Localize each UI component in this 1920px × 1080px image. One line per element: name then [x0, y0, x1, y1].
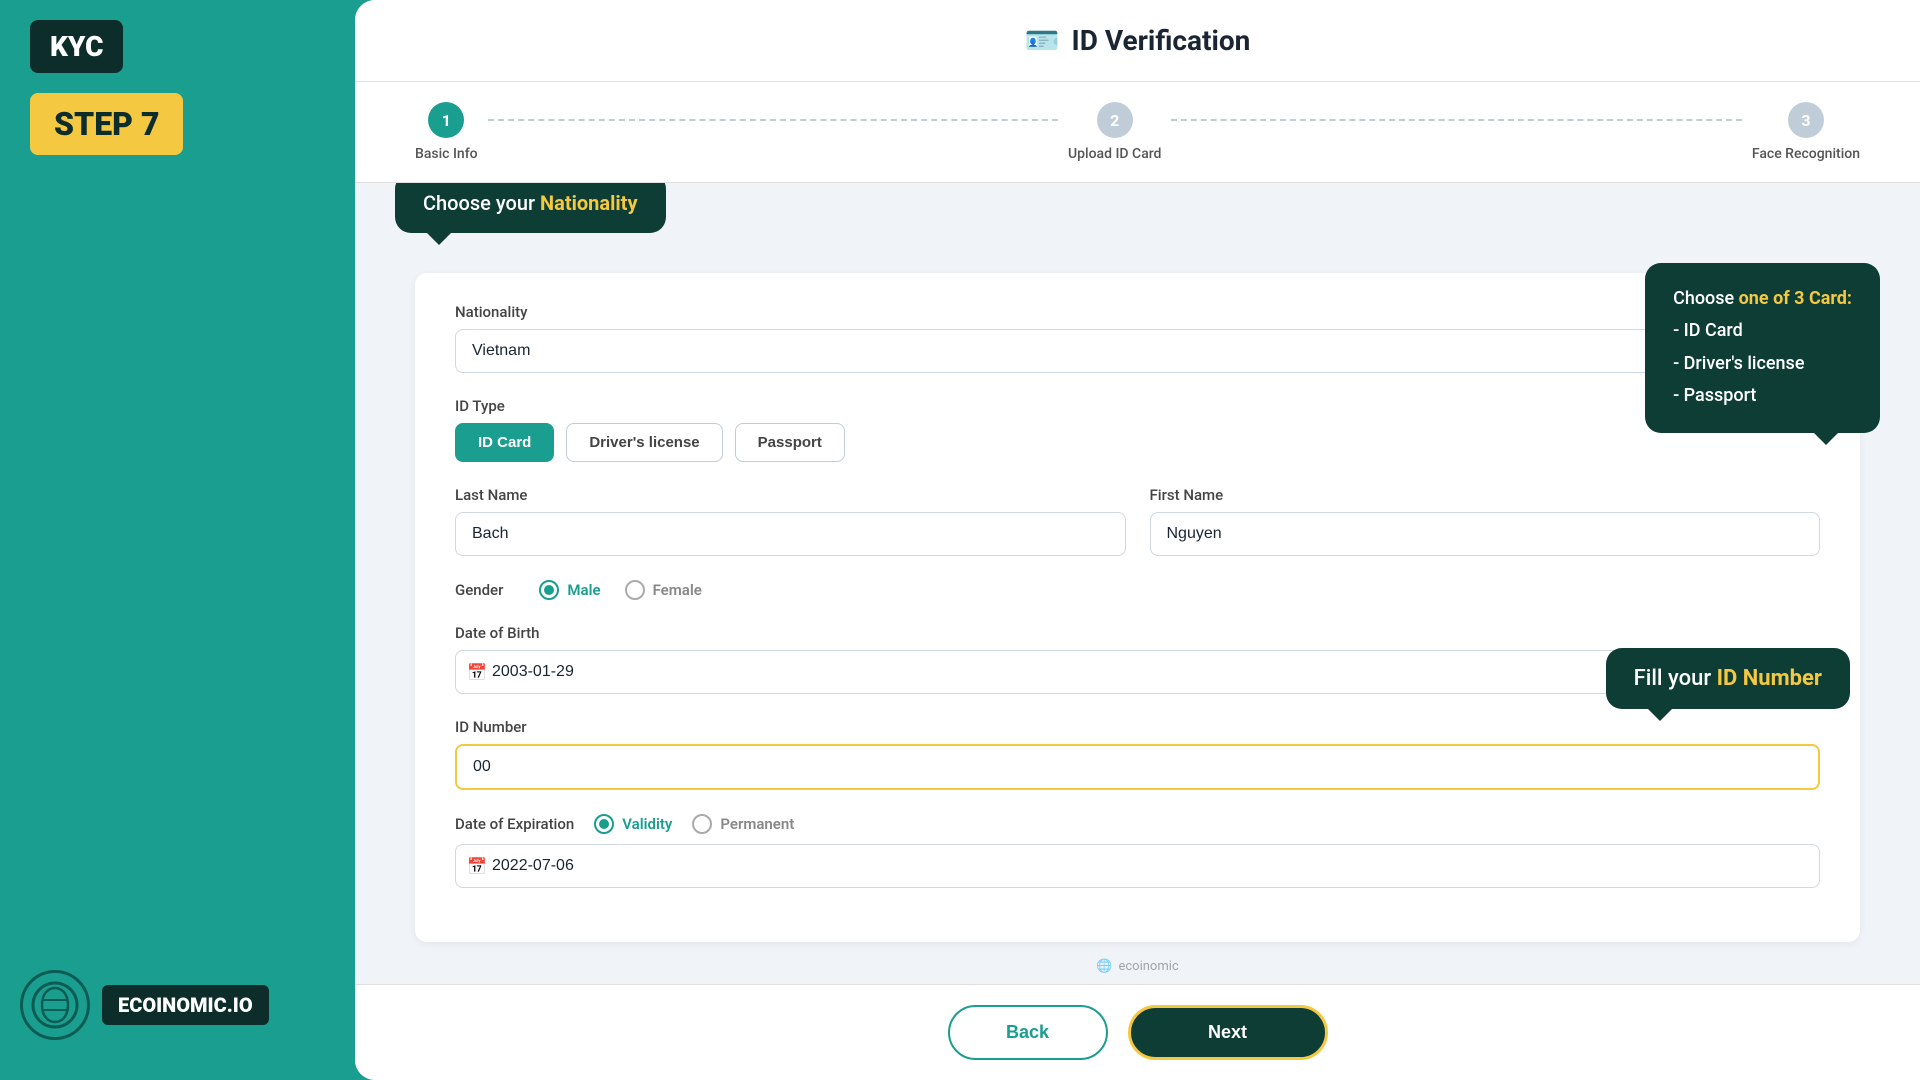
- last-name-input[interactable]: [455, 512, 1126, 556]
- id-type-label: ID Type: [455, 397, 1820, 415]
- validity-option[interactable]: Validity: [594, 814, 672, 834]
- connector-2: [1171, 119, 1741, 121]
- step-3: 3 Face Recognition: [1752, 102, 1860, 162]
- watermark-text: ecoinomic: [1118, 959, 1178, 974]
- dob-label: Date of Birth: [455, 624, 1820, 642]
- id-number-input[interactable]: [455, 744, 1820, 790]
- card-option-3: - Passport: [1673, 385, 1756, 406]
- sidebar: KYC STEP 7 ECOINOMIC.IO: [0, 0, 355, 1080]
- female-label: Female: [653, 581, 702, 599]
- ecoinomic-logo: ECOINOMIC.IO: [20, 970, 269, 1040]
- id-number-tooltip: Fill your ID Number: [1606, 648, 1850, 709]
- page-header: 🪪 ID Verification: [355, 0, 1920, 82]
- card-option-1: - ID Card: [1673, 320, 1743, 341]
- validity-radio-circle[interactable]: [594, 814, 614, 834]
- gender-group: Gender Male Female: [455, 580, 1820, 600]
- female-radio-circle[interactable]: [625, 580, 645, 600]
- drivers-license-button[interactable]: Driver's license: [566, 423, 722, 462]
- watermark-icon: 🌐: [1096, 959, 1112, 974]
- dob-calendar-icon: 📅: [467, 663, 487, 682]
- expiry-input-wrap: 📅: [455, 844, 1820, 888]
- logo-text: ECOINOMIC.IO: [102, 985, 269, 1025]
- expiry-calendar-icon: 📅: [467, 857, 487, 876]
- step-3-label: Face Recognition: [1752, 146, 1860, 162]
- nationality-label: Nationality: [455, 303, 1820, 321]
- male-radio-circle[interactable]: [539, 580, 559, 600]
- form-section: Nationality ID Type ID Card Driver's lic…: [415, 273, 1860, 942]
- next-button[interactable]: Next: [1128, 1005, 1328, 1060]
- step-1-circle: 1: [428, 102, 464, 138]
- id-type-buttons: ID Card Driver's license Passport: [455, 423, 1820, 462]
- progress-bar: 1 Basic Info 2 Upload ID Card 3 Face Rec…: [355, 82, 1920, 183]
- id-card-header-icon: 🪪: [1025, 24, 1060, 57]
- nationality-input[interactable]: [455, 329, 1820, 373]
- first-name-group: First Name: [1150, 486, 1821, 556]
- id-number-group: ID Number Fill your ID Number: [455, 718, 1820, 790]
- step-3-circle: 3: [1788, 102, 1824, 138]
- bottom-bar: Back Next: [355, 984, 1920, 1080]
- validity-label: Validity: [622, 815, 672, 833]
- first-name-input[interactable]: [1150, 512, 1821, 556]
- card-type-tooltip: Choose one of 3 Card: - ID Card - Driver…: [1645, 263, 1880, 433]
- step-1-label: Basic Info: [415, 146, 478, 162]
- gender-female[interactable]: Female: [625, 580, 702, 600]
- nationality-group: Nationality: [455, 303, 1820, 373]
- last-name-label: Last Name: [455, 486, 1126, 504]
- expiry-group: Date of Expiration Validity Permanent 📅: [455, 814, 1820, 888]
- form-area: Choose your Nationality Choose one of 3 …: [355, 183, 1920, 984]
- permanent-radio-circle[interactable]: [692, 814, 712, 834]
- expiry-input[interactable]: [455, 844, 1820, 888]
- connector-1: [488, 119, 1058, 121]
- expiry-row: Date of Expiration Validity Permanent: [455, 814, 1820, 834]
- gender-male[interactable]: Male: [539, 580, 600, 600]
- step-2-circle: 2: [1097, 102, 1133, 138]
- main-content: 🪪 ID Verification 1 Basic Info 2 Upload …: [355, 0, 1920, 1080]
- step-2-label: Upload ID Card: [1068, 146, 1161, 162]
- gender-label: Gender: [455, 581, 503, 599]
- card-option-2: - Driver's license: [1673, 353, 1804, 374]
- expiry-label: Date of Expiration: [455, 815, 574, 833]
- id-card-button[interactable]: ID Card: [455, 423, 554, 462]
- first-name-label: First Name: [1150, 486, 1821, 504]
- male-label: Male: [567, 581, 600, 599]
- id-number-label: ID Number: [455, 718, 1820, 736]
- kyc-badge: KYC: [30, 20, 123, 73]
- step-badge: STEP 7: [30, 93, 183, 155]
- logo-icon: [20, 970, 90, 1040]
- nationality-tooltip: Choose your Nationality: [395, 183, 666, 233]
- watermark: 🌐 ecoinomic: [1096, 959, 1178, 974]
- permanent-label: Permanent: [720, 815, 794, 833]
- step-2: 2 Upload ID Card: [1068, 102, 1161, 162]
- step-1: 1 Basic Info: [415, 102, 478, 162]
- page-title: ID Verification: [1072, 24, 1251, 57]
- back-button[interactable]: Back: [948, 1005, 1108, 1060]
- passport-button[interactable]: Passport: [735, 423, 845, 462]
- name-row: Last Name First Name: [455, 486, 1820, 580]
- last-name-group: Last Name: [455, 486, 1126, 556]
- permanent-option[interactable]: Permanent: [692, 814, 794, 834]
- id-type-group: ID Type ID Card Driver's license Passpor…: [455, 397, 1820, 462]
